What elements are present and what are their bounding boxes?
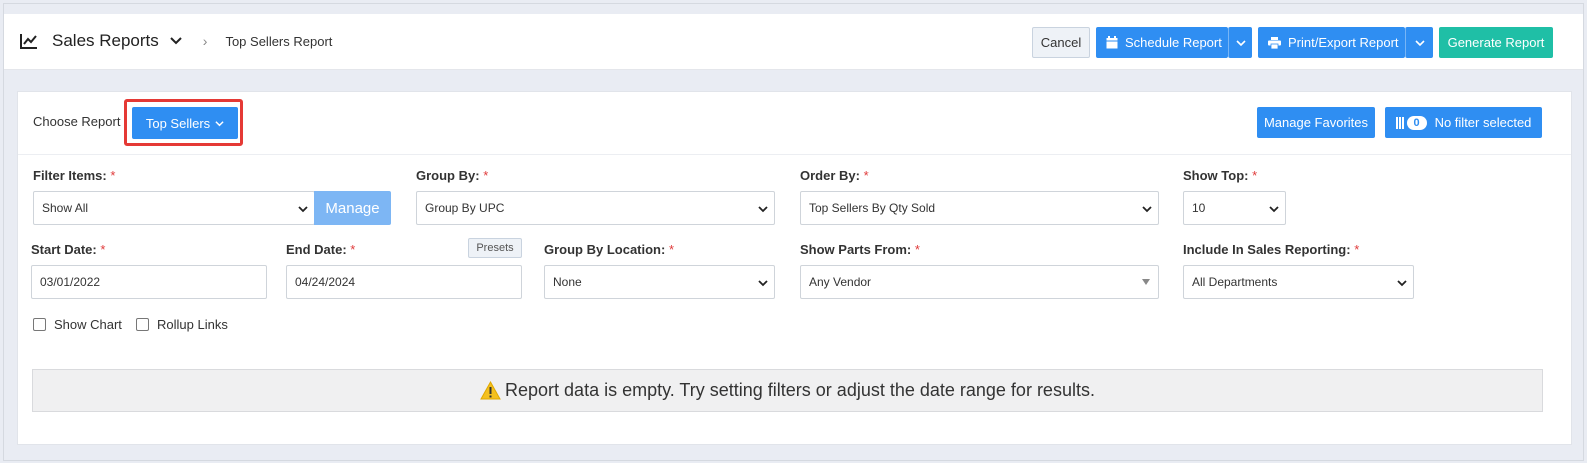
start-date-input[interactable]: 03/01/2022 — [31, 265, 267, 299]
filter-items-select[interactable]: Show All — [33, 191, 315, 225]
group-by-value: Group By UPC — [425, 201, 505, 215]
show-top-select[interactable]: 10 — [1183, 191, 1286, 225]
group-by-location-select[interactable]: None — [544, 265, 775, 299]
report-card: Choose Report Top Sellers Manage Favorit… — [17, 91, 1572, 445]
line-chart-icon — [20, 34, 37, 49]
filter-items-value: Show All — [42, 201, 89, 215]
filter-count-badge: 0 — [1406, 115, 1427, 130]
rollup-links-box[interactable] — [136, 318, 149, 331]
schedule-report-label: Schedule Report — [1125, 35, 1222, 50]
chevron-down-icon — [298, 206, 308, 213]
show-top-label: Show Top: * — [1183, 168, 1258, 183]
print-export-dropdown[interactable] — [1405, 27, 1433, 58]
schedule-report-button[interactable]: Schedule Report — [1096, 27, 1228, 58]
order-by-select[interactable]: Top Sellers By Qty Sold — [800, 191, 1159, 225]
group-by-location-label: Group By Location: * — [544, 242, 675, 257]
filter-summary-button[interactable]: 0 No filter selected — [1385, 107, 1542, 138]
order-by-value: Top Sellers By Qty Sold — [809, 201, 936, 215]
breadcrumb: Top Sellers Report — [225, 33, 333, 49]
chevron-down-icon[interactable] — [169, 34, 183, 48]
presets-button[interactable]: Presets — [468, 238, 522, 258]
printer-icon — [1268, 36, 1281, 49]
manage-favorites-button[interactable]: Manage Favorites — [1257, 107, 1375, 138]
chevron-down-icon — [1397, 280, 1407, 287]
show-parts-from-label: Show Parts From: * — [800, 242, 920, 257]
show-parts-from-select[interactable]: Any Vendor — [800, 265, 1159, 299]
title-area: Sales Reports › Top Sellers Report — [20, 31, 332, 51]
caret-down-icon — [1142, 279, 1150, 285]
include-in-sales-select[interactable]: All Departments — [1183, 265, 1414, 299]
include-in-sales-value: All Departments — [1192, 275, 1278, 289]
filter-columns-icon — [1395, 116, 1404, 129]
top-bar: Sales Reports › Top Sellers Report Cance… — [4, 14, 1583, 70]
calendar-icon — [1106, 36, 1118, 49]
rollup-links-checkbox[interactable]: Rollup Links — [136, 317, 228, 332]
group-by-location-value: None — [553, 275, 582, 289]
chevron-down-icon — [1269, 206, 1279, 213]
show-chart-label: Show Chart — [54, 317, 122, 332]
show-top-value: 10 — [1192, 201, 1206, 215]
filter-status-label: No filter selected — [1434, 115, 1532, 130]
start-date-label: Start Date: * — [31, 242, 106, 257]
end-date-label: End Date: * — [286, 242, 356, 257]
cancel-button[interactable]: Cancel — [1032, 27, 1090, 58]
chevron-down-icon — [758, 206, 768, 213]
show-parts-from-value: Any Vendor — [809, 275, 872, 289]
choose-report-label: Choose Report — [33, 114, 121, 129]
page-title: Sales Reports — [52, 31, 159, 50]
include-in-sales-label: Include In Sales Reporting: * — [1183, 242, 1360, 257]
generate-report-button[interactable]: Generate Report — [1439, 27, 1553, 58]
empty-state-message: Report data is empty. Try setting filter… — [32, 369, 1543, 412]
report-card-header: Choose Report Top Sellers Manage Favorit… — [18, 92, 1571, 155]
group-by-label: Group By: * — [416, 168, 489, 183]
app-frame: Sales Reports › Top Sellers Report Cance… — [3, 3, 1584, 461]
print-export-label: Print/Export Report — [1288, 35, 1399, 50]
end-date-input[interactable]: 04/24/2024 — [286, 265, 522, 299]
show-chart-box[interactable] — [33, 318, 46, 331]
rollup-links-label: Rollup Links — [157, 317, 228, 332]
show-chart-checkbox[interactable]: Show Chart — [33, 317, 122, 332]
breadcrumb-separator-icon: › — [202, 33, 208, 49]
warning-icon — [480, 381, 501, 400]
chevron-down-icon — [215, 120, 224, 126]
report-selector-label: Top Sellers — [145, 115, 211, 131]
empty-state-text: Report data is empty. Try setting filter… — [505, 380, 1095, 400]
order-by-label: Order By: * — [800, 168, 869, 183]
chevron-down-icon — [1235, 39, 1246, 46]
schedule-report-dropdown[interactable] — [1228, 27, 1252, 58]
manage-filter-button[interactable]: Manage — [314, 191, 391, 225]
print-export-button[interactable]: Print/Export Report — [1258, 27, 1405, 58]
chevron-down-icon — [1414, 39, 1425, 46]
chevron-down-icon — [758, 280, 768, 287]
group-by-select[interactable]: Group By UPC — [416, 191, 775, 225]
chevron-down-icon — [1142, 206, 1152, 213]
report-selector-button[interactable]: Top Sellers — [132, 107, 238, 139]
filter-items-label: Filter Items: * — [33, 168, 116, 183]
